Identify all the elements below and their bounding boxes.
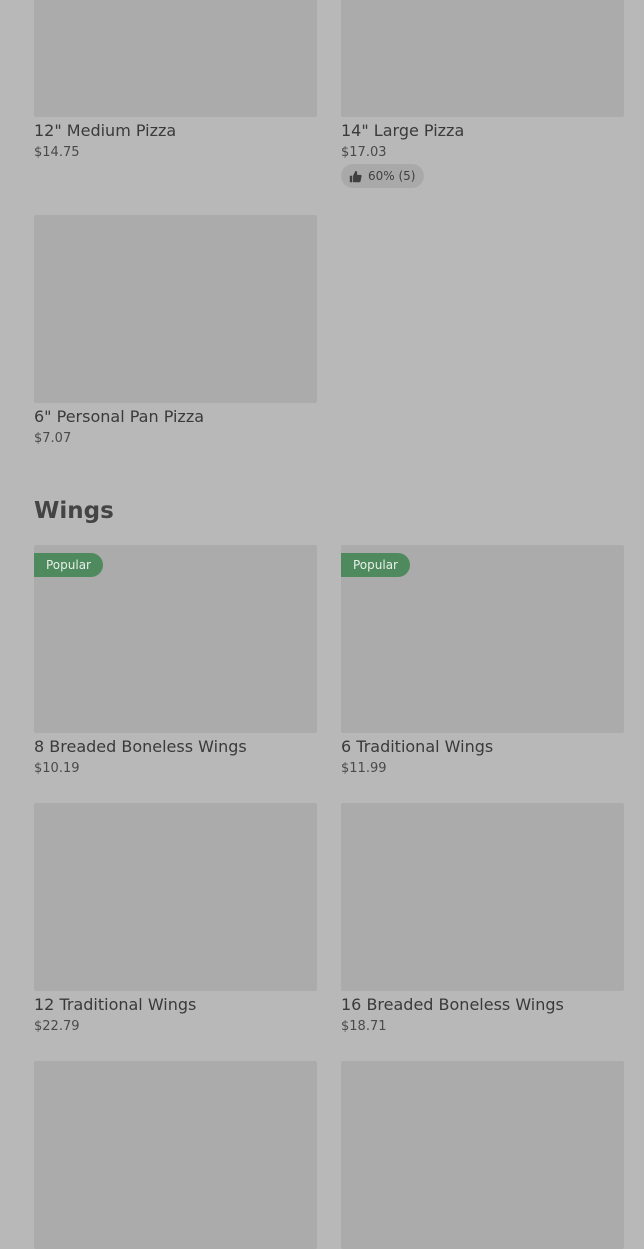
menu-item-card[interactable]: Popular 6 Traditional Wings $11.99 bbox=[341, 545, 624, 776]
item-image[interactable] bbox=[341, 0, 624, 117]
menu-item-card[interactable]: 6" Personal Pan Pizza $7.07 bbox=[34, 215, 317, 446]
item-image[interactable] bbox=[341, 803, 624, 991]
menu-item-card[interactable] bbox=[34, 1061, 317, 1249]
item-name: 12" Medium Pizza bbox=[34, 121, 177, 140]
rating-text: 60% (5) bbox=[368, 169, 416, 183]
menu-item-card[interactable]: 16 Breaded Boneless Wings $18.71 bbox=[341, 803, 624, 1034]
menu-item-card[interactable]: 14" Large Pizza $17.03 60% (5) bbox=[341, 0, 624, 188]
item-name: 6 Traditional Wings bbox=[341, 737, 494, 756]
item-price: $22.79 bbox=[34, 1019, 80, 1034]
item-image[interactable] bbox=[34, 1061, 317, 1249]
popular-badge: Popular bbox=[34, 553, 103, 577]
item-image[interactable]: Popular bbox=[341, 545, 624, 733]
item-name: 12 Traditional Wings bbox=[34, 995, 197, 1014]
item-image[interactable] bbox=[34, 0, 317, 117]
item-name: 6" Personal Pan Pizza bbox=[34, 407, 205, 426]
menu-item-card[interactable] bbox=[341, 1061, 624, 1249]
rating-badge: 60% (5) bbox=[341, 164, 425, 188]
item-name: 16 Breaded Boneless Wings bbox=[341, 995, 564, 1014]
menu-item-card[interactable]: 12 Traditional Wings $22.79 bbox=[34, 803, 317, 1034]
item-image[interactable] bbox=[34, 215, 317, 403]
section-title-wings: Wings bbox=[34, 498, 114, 524]
item-image[interactable]: Popular bbox=[34, 545, 317, 733]
item-price: $7.07 bbox=[34, 431, 72, 446]
item-price: $14.75 bbox=[34, 145, 80, 160]
item-price: $18.71 bbox=[341, 1019, 387, 1034]
item-name: 8 Breaded Boneless Wings bbox=[34, 737, 247, 756]
item-price: $11.99 bbox=[341, 761, 387, 776]
item-name: 14" Large Pizza bbox=[341, 121, 465, 140]
item-image[interactable] bbox=[34, 803, 317, 991]
menu-item-card[interactable]: 12" Medium Pizza $14.75 bbox=[34, 0, 317, 160]
item-price: $10.19 bbox=[34, 761, 80, 776]
menu-item-card[interactable]: Popular 8 Breaded Boneless Wings $10.19 bbox=[34, 545, 317, 776]
item-image[interactable] bbox=[341, 1061, 624, 1249]
item-price: $17.03 bbox=[341, 145, 387, 160]
thumbs-up-icon bbox=[349, 170, 362, 182]
popular-badge: Popular bbox=[341, 553, 410, 577]
